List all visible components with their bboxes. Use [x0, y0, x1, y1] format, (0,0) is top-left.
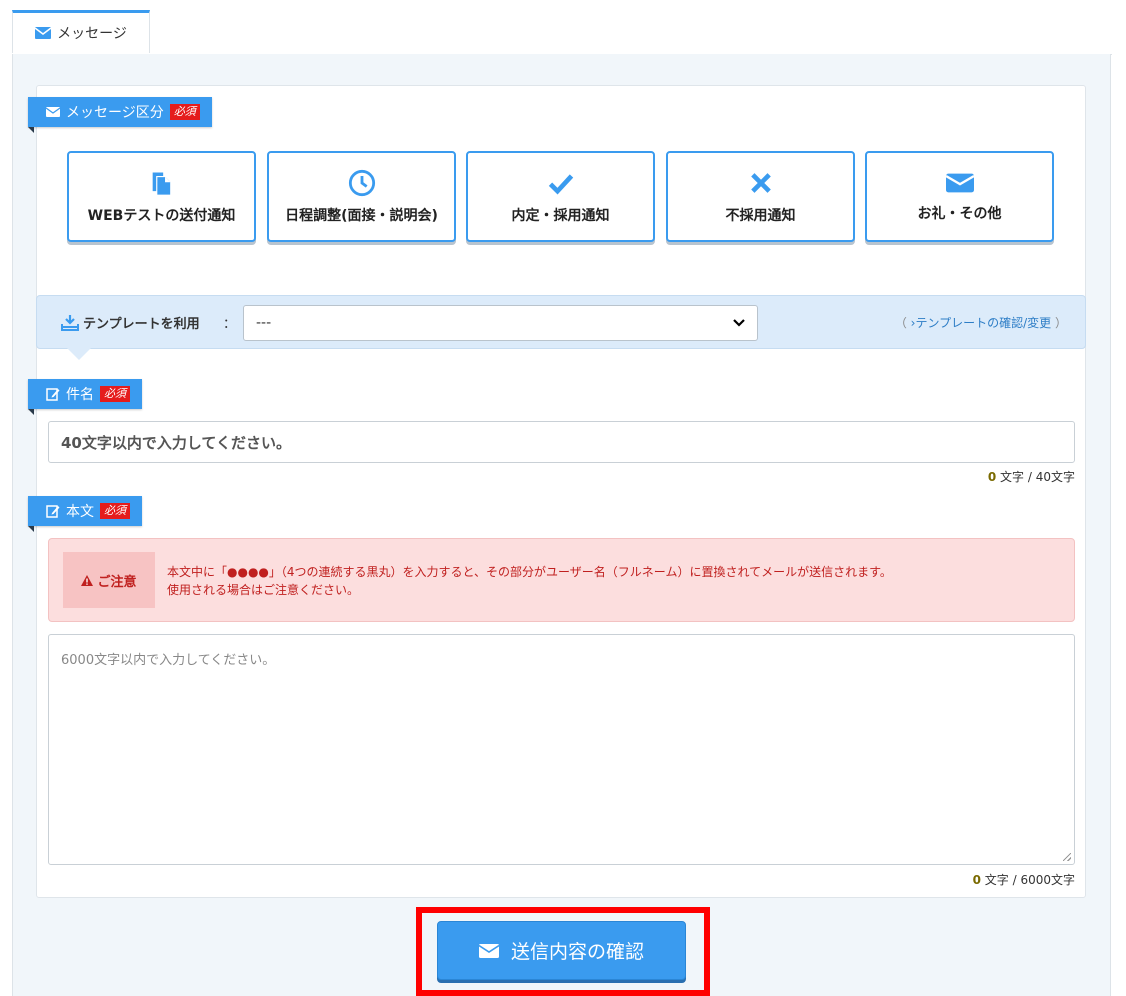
subject-label: 件名 必須: [28, 379, 142, 415]
template-label: テンプレートを利用: [61, 313, 200, 332]
subject-placeholder: 40文字以内で入力してください。: [61, 433, 291, 452]
warning-icon: [81, 574, 94, 586]
type-button-thanks-other[interactable]: お礼・その他: [865, 151, 1054, 242]
check-icon: [548, 173, 573, 195]
subject-input[interactable]: 40文字以内で入力してください。: [48, 421, 1075, 463]
notice-text: 本文中に「●●●●」（4つの連続する黒丸）を入力すると、その部分がユーザー名（フ…: [167, 565, 892, 597]
template-selected-value: ---: [256, 315, 272, 331]
template-select[interactable]: ---: [243, 305, 758, 341]
required-badge: 必須: [169, 104, 200, 120]
notice-title: ご注意: [63, 552, 155, 608]
envelope-icon: [46, 107, 60, 117]
clock-icon: [348, 169, 375, 196]
download-tray-icon: [61, 314, 79, 331]
type-button-rejection[interactable]: 不採用通知: [666, 151, 855, 242]
envelope-icon: [35, 27, 52, 39]
template-bar: テンプレートを利用 ： --- （ ›テンプレートの確認/変更 ）: [36, 295, 1086, 360]
required-badge: 必須: [100, 503, 130, 519]
tab-bar: メッセージ: [12, 10, 1112, 55]
resize-handle[interactable]: [1063, 853, 1071, 861]
subject-char-counter: 0 文字 / 40文字: [987, 470, 1075, 484]
template-confirm-link[interactable]: （ ›テンプレートの確認/変更 ）: [895, 314, 1067, 331]
envelope-icon: [478, 943, 499, 958]
body-placeholder: 6000文字以内で入力してください。: [61, 653, 276, 668]
template-colon: ：: [223, 317, 237, 332]
notice-box: ご注意 本文中に「●●●●」（4つの連続する黒丸）を入力すると、その部分がユーザ…: [48, 538, 1075, 622]
type-button-web-test[interactable]: WEBテストの送付通知: [67, 151, 256, 242]
body-textarea[interactable]: 6000文字以内で入力してください。: [48, 634, 1075, 865]
tab-message[interactable]: メッセージ: [12, 10, 150, 53]
confirm-send-button[interactable]: 送信内容の確認: [437, 921, 686, 980]
type-button-offer[interactable]: 内定・採用通知: [466, 151, 655, 242]
required-badge: 必須: [100, 386, 130, 402]
tab-label: メッセージ: [57, 26, 127, 42]
edit-icon: [46, 388, 60, 401]
document-copy-icon: [152, 172, 170, 195]
body-label: 本文 必須: [28, 496, 142, 532]
edit-icon: [46, 505, 60, 518]
envelope-icon: [945, 173, 974, 192]
type-button-schedule[interactable]: 日程調整(面接・説明会): [267, 151, 456, 242]
x-icon: [750, 172, 771, 193]
chevron-down-icon: [733, 319, 745, 327]
body-char-counter: 0 文字 / 6000文字: [972, 873, 1075, 887]
message-type-label: メッセージ区分 必須: [28, 97, 212, 133]
